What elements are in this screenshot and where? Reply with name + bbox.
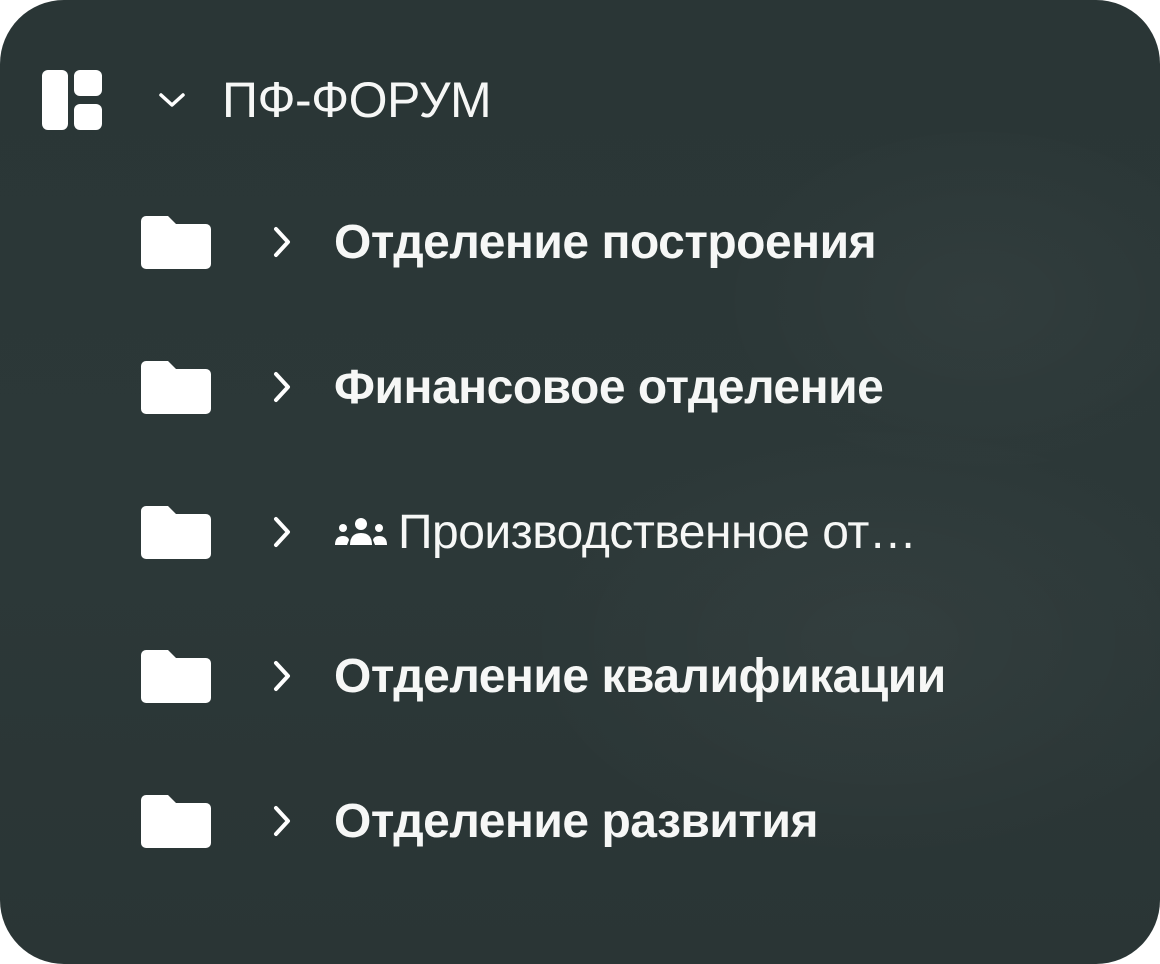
tree-item-label: Отделение квалификации <box>334 649 946 703</box>
folder-icon <box>140 644 212 708</box>
tree-item-finance[interactable]: Финансовое отделение <box>140 347 884 427</box>
chevron-right-icon[interactable] <box>262 512 302 552</box>
tree-item-qualification[interactable]: Отделение квалификации <box>140 636 946 716</box>
tree-item-production[interactable]: Производственное от… <box>140 492 916 572</box>
folder-icon <box>140 210 212 274</box>
tree-item-development[interactable]: Отделение развития <box>140 781 818 861</box>
space-layout-icon <box>40 68 104 132</box>
chevron-right-icon[interactable] <box>262 222 302 262</box>
folder-icon <box>140 500 212 564</box>
tree-item-label: Финансовое отделение <box>334 360 884 414</box>
tree-item-label: Отделение построения <box>334 215 877 269</box>
tree-item-label: Производственное от… <box>398 505 917 559</box>
tree-item-label: Отделение развития <box>334 794 818 848</box>
chevron-right-icon[interactable] <box>262 656 302 696</box>
folder-icon <box>140 789 212 853</box>
tree-root-label: ПФ-ФОРУМ <box>222 72 492 128</box>
folder-tree-panel: ПФ-ФОРУМ Отделение построения Финансовое <box>0 0 1160 964</box>
chevron-right-icon[interactable] <box>262 801 302 841</box>
chevron-right-icon[interactable] <box>262 367 302 407</box>
tree-item-construction[interactable]: Отделение построения <box>140 202 877 282</box>
group-icon <box>332 512 390 552</box>
chevron-down-icon[interactable] <box>152 80 192 120</box>
folder-icon <box>140 355 212 419</box>
tree-root-item[interactable]: ПФ-ФОРУМ <box>40 60 492 140</box>
